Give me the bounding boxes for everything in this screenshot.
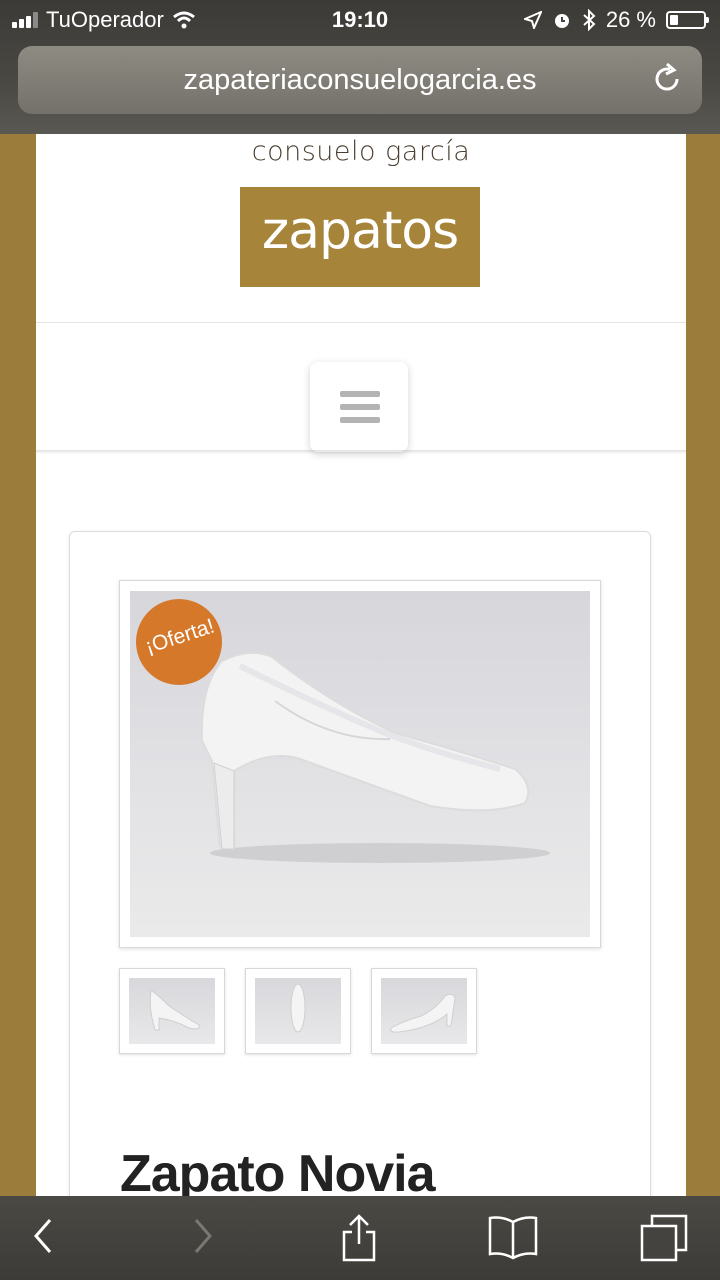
logo-text: zapatos [261,201,459,261]
url-text[interactable]: zapateriaconsuelogarcia.es [18,64,702,97]
thumbnail-shoe-side [149,989,200,1031]
site-logo[interactable]: zapatos [240,187,480,287]
nav-shadow [36,450,686,454]
product-title: Zapato Novia [120,1145,435,1196]
product-thumbnails [119,968,599,1054]
battery-percent: 26 % [605,7,656,32]
back-icon[interactable] [28,1214,58,1258]
reload-icon[interactable] [650,62,684,96]
thumbnail-shoe-front [290,983,306,1033]
product-card: ¡Oferta! Zapato Novia [69,531,651,1196]
thumbnail[interactable] [119,968,225,1054]
location-icon [523,11,542,29]
thumbnail[interactable] [371,968,477,1054]
status-right: 26 % [523,7,709,33]
status-bar: TuOperador 19:10 26 % [0,0,720,40]
alarm-icon [554,14,569,28]
offer-badge: ¡Oferta! [136,599,222,685]
brand-name: consuelo garcía [251,136,471,167]
address-bar[interactable]: zapateriaconsuelogarcia.es [18,46,702,114]
share-icon[interactable] [338,1214,380,1264]
offer-badge-text: ¡Oferta! [142,614,218,659]
bookmarks-icon[interactable] [486,1214,540,1260]
thumbnail-shoe-angle [390,993,456,1033]
header-divider [36,322,686,323]
bluetooth-icon [583,9,596,31]
web-page: consuelo garcía zapatos ¡Oferta! Zapato … [36,134,686,1196]
browser-toolbar [0,1196,720,1280]
product-photo: ¡Oferta! [130,591,590,937]
menu-button[interactable] [310,362,408,452]
browser-chrome: TuOperador 19:10 26 % zapateriaconsuelog… [0,0,720,134]
thumbnail[interactable] [245,968,351,1054]
forward-icon[interactable] [188,1214,218,1258]
tabs-icon[interactable] [638,1214,690,1262]
product-main-image[interactable]: ¡Oferta! [119,580,601,948]
battery-icon [666,11,709,29]
